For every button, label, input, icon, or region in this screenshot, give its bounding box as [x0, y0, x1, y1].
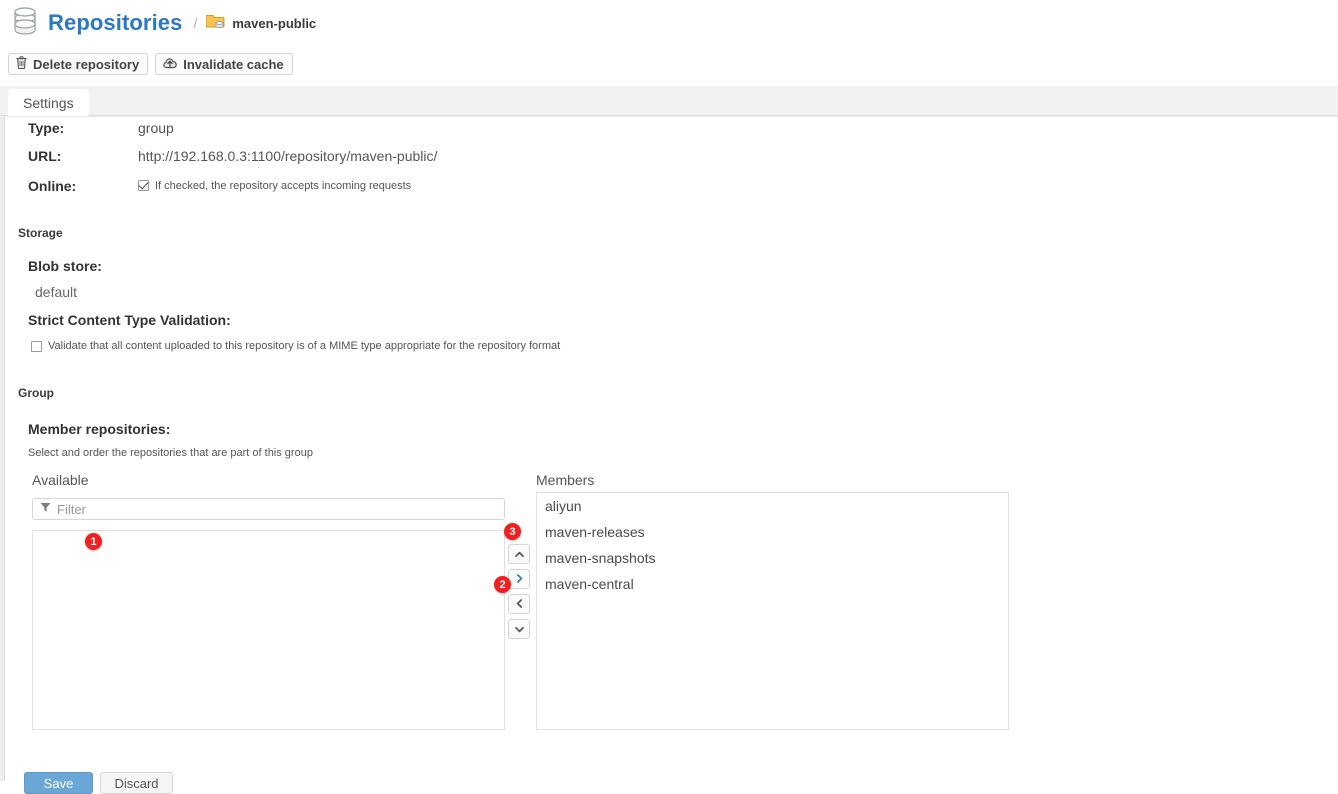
filter-input[interactable]: [57, 501, 497, 517]
annotation-badge-2: 2: [494, 576, 511, 593]
scroll-shadow: [6, 116, 1338, 118]
chevron-down-icon: [514, 620, 524, 638]
blob-store-label: Blob store:: [28, 258, 102, 274]
database-icon: [12, 6, 38, 41]
annotation-badge-3: 3: [504, 523, 521, 540]
available-heading: Available: [32, 472, 89, 488]
chevron-left-icon: [516, 595, 523, 613]
page-toolbar: Delete repository Invalidate cache: [8, 53, 293, 75]
invalidate-cache-label: Invalidate cache: [183, 56, 284, 72]
storage-section-title: Storage: [18, 226, 63, 240]
strict-validation-hint: Validate that all content uploaded to th…: [48, 340, 561, 352]
available-repositories-list[interactable]: [32, 530, 505, 730]
remove-button[interactable]: [508, 594, 530, 614]
member-repositories-hint: Select and order the repositories that a…: [28, 447, 313, 459]
group-section-title: Group: [18, 386, 54, 400]
list-item[interactable]: maven-releases: [537, 519, 1008, 545]
tab-settings-label: Settings: [23, 94, 74, 111]
delete-repository-button[interactable]: Delete repository: [8, 53, 149, 75]
strict-validation-check-wrap[interactable]: Validate that all content uploaded to th…: [31, 340, 560, 352]
online-checkbox[interactable]: [138, 180, 149, 191]
add-button[interactable]: [508, 569, 530, 589]
field-online: Online: If checked, the repository accep…: [28, 178, 411, 194]
tab-bar: Settings: [0, 86, 1338, 116]
field-type-value: group: [138, 120, 174, 136]
filter-input-wrapper[interactable]: [32, 498, 505, 520]
field-url-value: http://192.168.0.3:1100/repository/maven…: [138, 148, 438, 164]
discard-button[interactable]: Discard: [100, 772, 173, 794]
field-online-label: Online:: [28, 178, 77, 194]
field-type: Type: group: [28, 120, 174, 136]
member-repositories-label: Member repositories:: [28, 421, 171, 437]
breadcrumb-current: maven-public: [232, 15, 317, 31]
left-gutter: [0, 116, 5, 781]
move-down-button[interactable]: [508, 619, 530, 639]
chevron-up-icon: [514, 545, 524, 563]
online-checkbox-group[interactable]: If checked, the repository accepts incom…: [138, 180, 411, 192]
funnel-icon: [40, 500, 57, 518]
online-hint: If checked, the repository accepts incom…: [155, 179, 412, 192]
invalidate-cache-button[interactable]: Invalidate cache: [155, 53, 293, 75]
repository-group-icon: [205, 12, 232, 34]
delete-repository-label: Delete repository: [33, 56, 140, 72]
blob-store-value: default: [35, 284, 78, 300]
chevron-right-icon: [516, 570, 523, 588]
strict-validation-group[interactable]: Validate that all content uploaded to th…: [31, 340, 560, 352]
breadcrumb-separator: /: [193, 15, 198, 31]
form-actions: Save Discard: [24, 772, 173, 794]
list-item[interactable]: maven-central: [537, 571, 1008, 597]
trash-icon: [16, 56, 27, 72]
save-button[interactable]: Save: [24, 772, 93, 794]
move-up-button[interactable]: [508, 544, 530, 564]
field-url-label: URL:: [28, 148, 62, 164]
strict-validation-label: Strict Content Type Validation:: [28, 312, 231, 328]
field-type-label: Type:: [28, 120, 65, 136]
page-header: Repositories / maven-public: [0, 0, 1338, 46]
list-item[interactable]: aliyun: [537, 493, 1008, 519]
page-title: Repositories: [48, 10, 183, 35]
tab-settings[interactable]: Settings: [8, 89, 89, 116]
repository-settings-page: Repositories / maven-public Delete repos…: [0, 0, 1338, 794]
members-heading: Members: [536, 472, 595, 488]
strict-validation-checkbox[interactable]: [31, 340, 42, 352]
members-repositories-list[interactable]: aliyun maven-releases maven-snapshots ma…: [536, 492, 1009, 730]
cloud-upload-icon: [163, 57, 177, 72]
transfer-button-stack: [508, 544, 530, 639]
annotation-badge-1: 1: [85, 533, 102, 550]
list-item[interactable]: maven-snapshots: [537, 545, 1008, 571]
field-url: URL: http://192.168.0.3:1100/repository/…: [28, 148, 437, 164]
